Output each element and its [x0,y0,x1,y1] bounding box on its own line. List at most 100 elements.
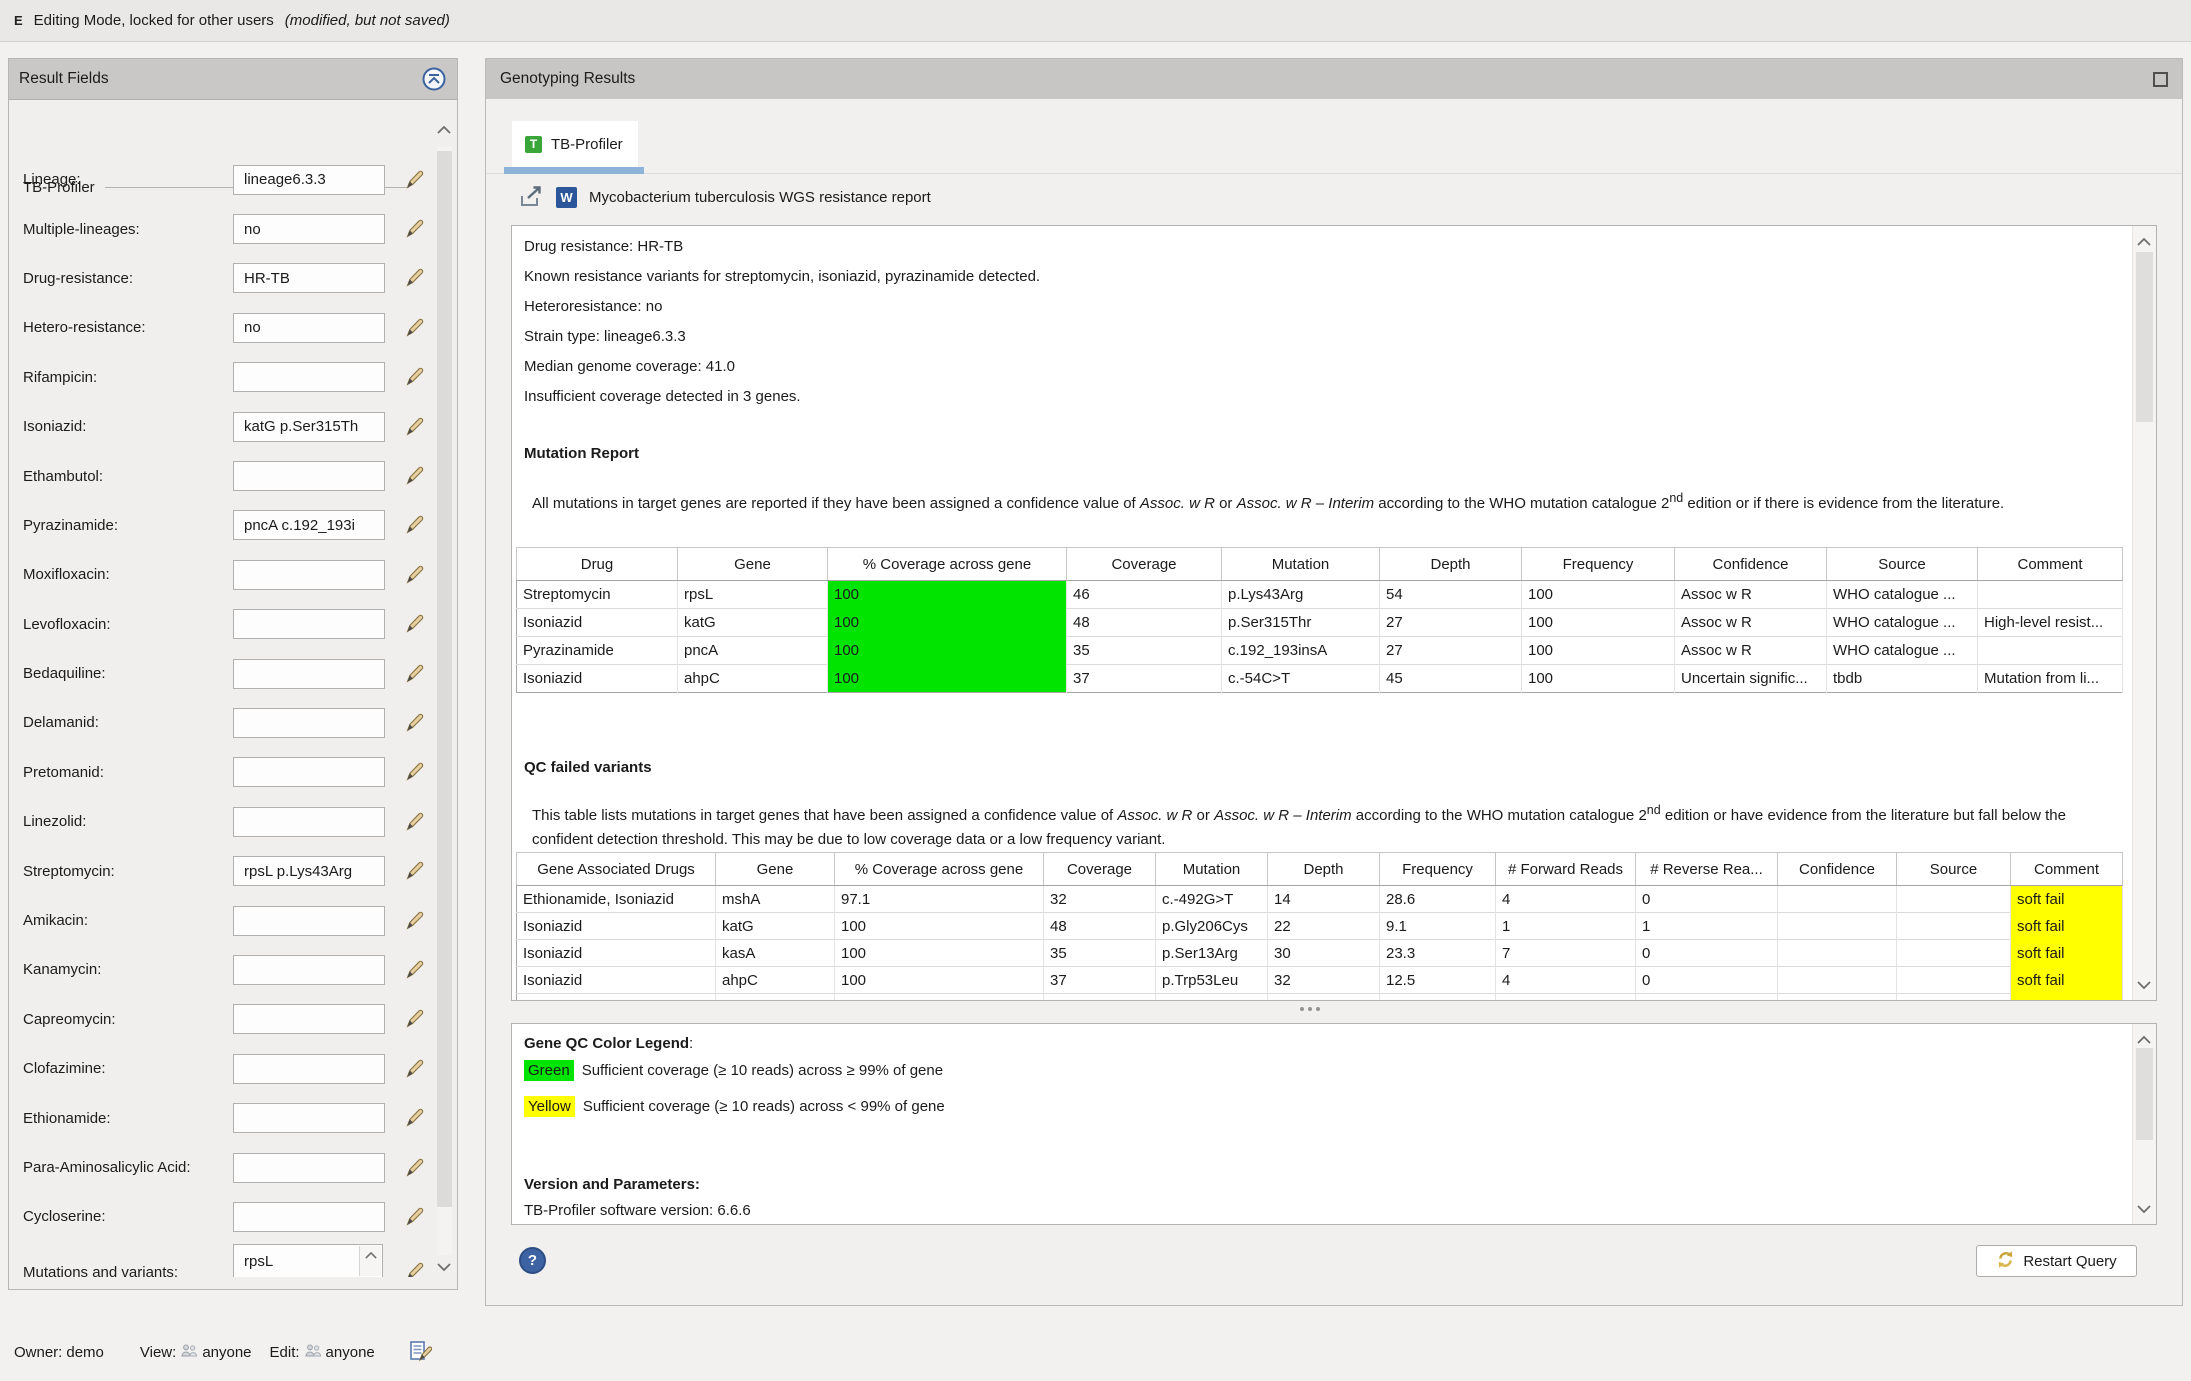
field-value-input[interactable] [233,1103,385,1133]
scrollbar-thumb[interactable] [2136,252,2153,422]
result-field-row: Ethambutol: [11,451,431,500]
edit-field-button[interactable] [403,564,425,586]
field-value-input[interactable] [233,1202,385,1232]
pencil-icon [403,722,425,737]
collapse-all-button[interactable] [421,66,447,92]
scrollbar-thumb[interactable] [2136,1048,2153,1140]
summary-line: Drug resistance: HR-TB [524,232,1040,262]
field-value-input[interactable] [233,906,385,936]
edit-field-button[interactable] [403,811,425,833]
edit-field-button[interactable] [403,1008,425,1030]
cell-coverage-pct: 100 [828,609,1067,637]
edit-field-button[interactable] [403,712,425,734]
edit-field-button[interactable] [403,860,425,882]
field-value-input[interactable] [233,955,385,985]
chevron-down-icon[interactable] [2137,976,2151,993]
field-value-input[interactable] [233,362,385,392]
edit-field-button[interactable] [403,218,425,240]
edit-field-button[interactable] [403,761,425,783]
field-label: Bedaquiline: [23,665,106,682]
legend-scrollbar[interactable] [2132,1024,2156,1224]
pencil-icon [403,920,425,935]
chevron-up-icon[interactable] [2137,1031,2151,1048]
cell-source [1897,994,2011,1002]
edit-permissions-button[interactable] [409,1340,433,1364]
field-value-input[interactable] [233,560,385,590]
desc-italic: Assoc. w R – Interim [1214,807,1352,824]
edit-field-button[interactable] [403,416,425,438]
desc-sup: nd [1647,803,1661,817]
field-value-input[interactable] [233,609,385,639]
cell-forward-reads: 4 [1496,886,1636,913]
edit-field-button[interactable] [403,514,425,536]
cell-depth: 30 [1268,940,1380,967]
scrollbar-thumb[interactable] [437,151,452,1207]
result-fields-scrollbar[interactable] [435,121,455,1277]
field-value-input[interactable] [233,1153,385,1183]
field-value-input[interactable] [233,510,385,540]
field-value-input[interactable] [233,659,385,689]
desc-italic: Assoc. w R [1117,807,1192,824]
open-external-button[interactable] [518,185,544,209]
edit-field-button[interactable] [403,1107,425,1129]
field-value-input[interactable] [233,313,385,343]
tab-tb-profiler[interactable]: T TB-Profiler [512,121,638,167]
edit-field-button[interactable] [403,910,425,932]
cell-coverage-pct: 100 [835,913,1044,940]
edit-field-button[interactable] [403,465,425,487]
field-scroll-up-button[interactable] [359,1246,381,1276]
field-value-input[interactable] [233,807,385,837]
field-value-input[interactable] [233,214,385,244]
edit-field-button[interactable] [403,366,425,388]
edit-field-button[interactable] [403,317,425,339]
cell-mutation: c.-54C>T [1222,665,1380,693]
pencil-icon [403,376,425,391]
cell-coverage-pct: 100 [828,581,1067,609]
maximize-button[interactable] [2153,72,2168,87]
restart-query-button[interactable]: Restart Query [1976,1245,2137,1277]
cell-mutation: c.-492G>T [1156,886,1268,913]
edit-field-button[interactable] [403,1206,425,1228]
edit-field-button[interactable] [403,1157,425,1179]
cell-gene-associated-drugs: Ethambutol [517,994,716,1002]
active-tab-underline [504,167,644,174]
chevron-up-icon[interactable] [437,121,451,138]
scrollbar-track[interactable] [437,147,452,1255]
pencil-icon [403,327,425,342]
application-window: { "colors": { "green_highlight": "#00e40… [0,0,2191,1381]
edit-field-button[interactable] [403,613,425,635]
cell-mutation: p.Ser315Thr [1222,609,1380,637]
cell-frequency: 28.6 [1380,886,1496,913]
field-value-input[interactable] [233,263,385,293]
edit-field-button[interactable] [403,267,425,289]
field-value-input[interactable] [233,1054,385,1084]
collapse-all-icon [421,80,447,95]
tab-baseline [486,173,2182,174]
genotyping-results-panel: Genotyping Results T TB-Profiler W Mycob… [485,58,2183,1306]
cell-frequency: 100 [1522,609,1675,637]
chevron-down-icon[interactable] [2137,1200,2151,1217]
field-value-input[interactable] [233,1004,385,1034]
edit-field-button[interactable] [403,959,425,981]
open-external-icon [519,196,544,211]
chevron-up-icon[interactable] [2137,233,2151,250]
edit-field-button[interactable] [403,1261,425,1277]
field-value-input[interactable] [233,708,385,738]
edit-field-button[interactable] [403,1058,425,1080]
field-value-input[interactable] [233,412,385,442]
edit-field-button[interactable] [403,663,425,685]
mutations-variants-input[interactable]: rpsL p.Lys43Arg: [233,1244,383,1277]
cell-depth: 14 [1268,886,1380,913]
panel-splitter-handle[interactable] [1260,1003,1360,1015]
field-value-input[interactable] [233,757,385,787]
edit-field-button[interactable] [403,169,425,191]
desc-italic: Assoc. w R – Interim [1237,495,1375,512]
field-value-input[interactable] [233,165,385,195]
field-value-input[interactable] [233,461,385,491]
report-scrollbar[interactable] [2132,226,2156,1000]
help-button[interactable]: ? [519,1247,546,1274]
field-value-input[interactable] [233,856,385,886]
desc-text: according to the WHO mutation catalogue … [1374,495,1669,512]
cell-frequency: 100 [1380,994,1496,1002]
chevron-down-icon[interactable] [437,1258,451,1275]
